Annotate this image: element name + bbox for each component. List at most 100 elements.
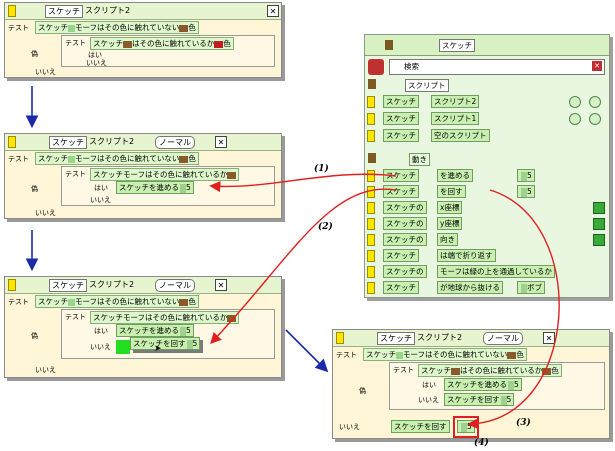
motion-row-text[interactable]: は端で折り返す (437, 249, 496, 262)
script-name-chip[interactable]: スケッチ (49, 136, 87, 149)
script-name-chip[interactable]: スケッチ (377, 332, 415, 345)
forward-action-tile[interactable]: スケッチを進める 5 (116, 324, 194, 337)
motion-row-subject[interactable]: スケッチの (383, 233, 427, 246)
condition-tile[interactable]: スケッチ モーフはその色に触れていない色 (35, 152, 199, 165)
menu-handle-icon[interactable] (8, 279, 16, 291)
script-row-name[interactable]: スクリプト1 (431, 112, 480, 125)
turn-action-tile-dragged[interactable]: スケッチを回す 5 (130, 337, 201, 350)
menu-handle-icon[interactable] (336, 332, 344, 344)
menu-handle-icon[interactable] (367, 113, 375, 125)
motion-row-value[interactable]: 5 (517, 185, 535, 198)
inner-condition-tile[interactable]: スケッチ はその色に触れているか色 (90, 37, 234, 50)
condition-tile[interactable]: スケッチ モーフはその色に触れていない色 (363, 348, 527, 361)
action-value[interactable]: 5 (186, 183, 191, 192)
brown-swatch[interactable] (451, 367, 460, 375)
mode-button[interactable]: ノーマル (155, 136, 195, 149)
clock-icon[interactable] (589, 96, 601, 108)
motion-row-text[interactable]: が地球から抜ける (437, 281, 503, 294)
motion-row-subject[interactable]: スケッチの (383, 265, 427, 278)
motion-row-text[interactable]: 向き (437, 233, 458, 246)
viewer-object-chip[interactable]: スケッチ (439, 39, 475, 52)
clock-icon[interactable] (589, 113, 601, 125)
motion-row-text[interactable]: x座標 (437, 201, 463, 214)
motion-row-text[interactable]: y座標 (437, 217, 463, 230)
forward-action-tile[interactable]: スケッチを進める 5 (444, 378, 522, 391)
motion-section-handle-icon[interactable] (368, 153, 376, 163)
scripts-section-header[interactable]: スクリプト (405, 79, 449, 92)
mode-button[interactable]: ノーマル (483, 332, 523, 345)
brown-swatch[interactable] (179, 155, 189, 163)
action-value[interactable]: 5 (514, 380, 519, 389)
script-row-subject[interactable]: スケッチ (383, 112, 419, 125)
menu-handle-icon[interactable] (367, 282, 375, 294)
color-swatch[interactable] (68, 24, 75, 32)
menu-handle-icon[interactable] (367, 170, 375, 182)
motion-row-subject[interactable]: スケッチ (383, 185, 419, 198)
motion-row-subject[interactable]: スケッチ (383, 169, 419, 182)
close-icon[interactable]: ✕ (543, 332, 555, 344)
value-text[interactable]: ボブ (527, 283, 542, 292)
brown-swatch[interactable] (227, 314, 237, 322)
condition-tile[interactable]: スケッチ モーフはその色に触れていない色 (35, 295, 199, 308)
action-value[interactable]: 5 (186, 326, 191, 335)
brown-swatch[interactable] (507, 351, 517, 359)
menu-handle-icon[interactable] (367, 218, 375, 230)
script-row-subject[interactable]: スケッチ (383, 95, 419, 108)
inner-condition-tile[interactable]: スケッチ はその色に触れているか色 (418, 364, 562, 377)
menu-handle-icon[interactable] (367, 186, 375, 198)
brown-swatch[interactable] (179, 298, 189, 306)
forward-action-tile[interactable]: スケッチを進める 5 (116, 181, 194, 194)
color-swatch[interactable] (68, 298, 75, 306)
bottom-value-tile[interactable]: 5 (457, 420, 475, 433)
inner-condition-tile[interactable]: スケッチモーフはその色に触れているか (90, 311, 240, 324)
menu-handle-icon[interactable] (367, 250, 375, 262)
close-icon[interactable]: ✕ (267, 5, 279, 17)
close-icon[interactable]: ✕ (215, 136, 227, 148)
motion-row-text[interactable]: モーフは緑の上を通過しているか (437, 265, 555, 278)
menu-handle-icon[interactable] (367, 130, 375, 142)
close-search-icon[interactable]: ✕ (592, 61, 602, 71)
script-row-name[interactable]: 空のスクリプト (431, 129, 490, 142)
menu-handle-icon[interactable] (367, 266, 375, 278)
bottom-turn-tile[interactable]: スケッチを回す (391, 420, 450, 433)
green-arrow-button-icon[interactable] (593, 234, 605, 246)
brown-swatch[interactable] (542, 367, 552, 375)
motion-row-subject[interactable]: スケッチの (383, 201, 427, 214)
menu-handle-icon[interactable] (8, 5, 16, 17)
motion-row-subject[interactable]: スケッチの (383, 217, 427, 230)
close-icon[interactable]: ✕ (215, 279, 227, 291)
value-text[interactable]: 5 (527, 187, 532, 196)
color-swatch[interactable] (396, 351, 403, 359)
mode-button[interactable]: ノーマル (155, 279, 195, 292)
turn-action-tile[interactable]: スケッチを回す 5 (444, 393, 515, 406)
brown-swatch[interactable] (123, 40, 132, 48)
scripts-section-handle-icon[interactable] (368, 79, 376, 89)
red-swatch[interactable] (214, 40, 224, 48)
motion-row-text[interactable]: を回す (437, 185, 466, 198)
menu-handle-icon[interactable] (367, 202, 375, 214)
value-text[interactable]: 5 (527, 171, 532, 180)
menu-handle-icon[interactable] (8, 136, 16, 148)
inner-condition-tile[interactable]: スケッチモーフはその色に触れているか (90, 168, 240, 181)
motion-row-value[interactable]: 5 (517, 169, 535, 182)
clock-icon[interactable] (569, 96, 581, 108)
motion-row-subject[interactable]: スケッチ (383, 281, 419, 294)
motion-row-subject[interactable]: スケッチ (383, 249, 419, 262)
action-value[interactable]: 5 (193, 339, 198, 348)
action-value[interactable]: 5 (467, 422, 472, 431)
brown-swatch[interactable] (227, 171, 237, 179)
condition-tile[interactable]: スケッチ モーフはその色に触れていない色 (35, 21, 199, 34)
search-field[interactable]: 検索 ✕ (389, 59, 605, 75)
script-name-chip[interactable]: スケッチ (45, 5, 83, 18)
motion-row-value[interactable]: ボブ (517, 281, 545, 294)
action-value[interactable]: 5 (507, 395, 512, 404)
menu-handle-icon[interactable] (367, 96, 375, 108)
script-row-subject[interactable]: スケッチ (383, 129, 419, 142)
motion-row-text[interactable]: を進める (437, 169, 473, 182)
brown-square-icon[interactable] (385, 40, 393, 50)
green-arrow-button-icon[interactable] (593, 202, 605, 214)
search-input[interactable]: 検索 (404, 61, 419, 72)
sketch-thumbnail-icon[interactable] (368, 59, 384, 75)
brown-swatch[interactable] (179, 24, 189, 32)
color-swatch[interactable] (68, 155, 75, 163)
